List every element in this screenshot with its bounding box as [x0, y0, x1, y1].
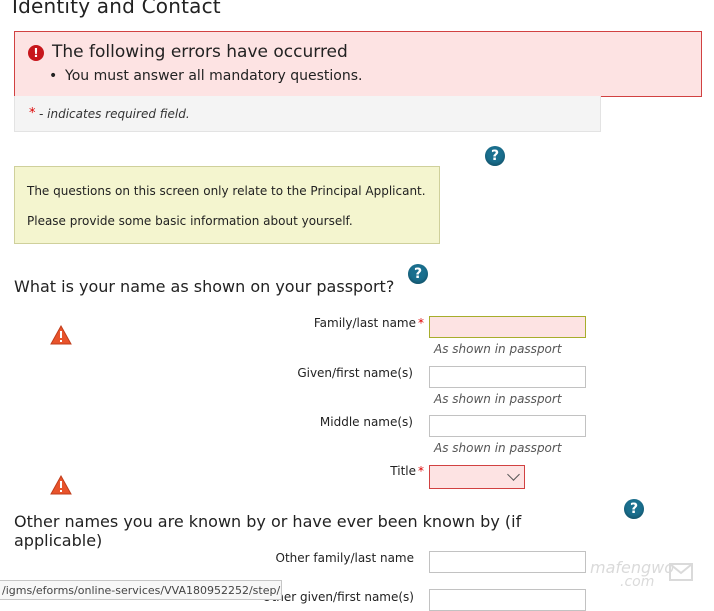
given-name-hint: As shown in passport [434, 392, 562, 406]
passport-name-question: What is your name as shown on your passp… [14, 277, 395, 296]
warning-icon [50, 325, 72, 345]
watermark-text-domain: .com [620, 574, 655, 590]
watermark-logo: mafengwo .com [590, 558, 700, 592]
family-name-hint: As shown in passport [434, 342, 562, 356]
info-box: The questions on this screen only relate… [14, 166, 440, 244]
required-asterisk: * [418, 464, 424, 478]
middle-name-hint: As shown in passport [434, 441, 562, 455]
status-bar-url: /igms/eforms/online-services/VVA18095225… [0, 580, 282, 600]
family-name-label: Family/last name * [280, 316, 424, 330]
error-item: You must answer all mandatory questions. [49, 68, 363, 84]
error-summary: ! The following errors have occurred You… [14, 31, 702, 97]
other-given-name-input[interactable] [429, 589, 586, 611]
chevron-down-icon [507, 468, 520, 481]
family-name-input[interactable] [429, 316, 586, 338]
required-asterisk: * [418, 316, 424, 330]
title-label: Title * [330, 464, 424, 478]
help-icon[interactable]: ? [408, 264, 428, 284]
required-asterisk: * [29, 106, 36, 121]
other-names-question: Other names you are known by or have eve… [14, 512, 522, 550]
page-title: Identity and Contact [12, 0, 221, 18]
exclamation-icon: ! [28, 45, 44, 61]
middle-name-label: Middle name(s) [319, 415, 413, 429]
info-line-principal: The questions on this screen only relate… [27, 184, 426, 198]
help-icon[interactable]: ? [624, 499, 644, 519]
help-icon[interactable]: ? [485, 146, 505, 166]
given-name-input[interactable] [429, 366, 586, 388]
given-name-label: Given/first name(s) [297, 366, 413, 380]
warning-icon [50, 475, 72, 495]
other-family-name-label: Other family/last name [275, 551, 414, 565]
title-select[interactable] [429, 465, 525, 489]
middle-name-input[interactable] [429, 415, 586, 437]
required-field-note: * - indicates required field. [14, 96, 601, 132]
envelope-icon [669, 563, 693, 581]
info-line-basic: Please provide some basic information ab… [27, 214, 353, 228]
title-label-text: Title [390, 464, 416, 478]
family-name-label-text: Family/last name [313, 316, 416, 330]
error-title: The following errors have occurred [52, 42, 348, 62]
other-family-name-input[interactable] [429, 551, 586, 573]
required-note-text: - indicates required field. [39, 107, 190, 121]
